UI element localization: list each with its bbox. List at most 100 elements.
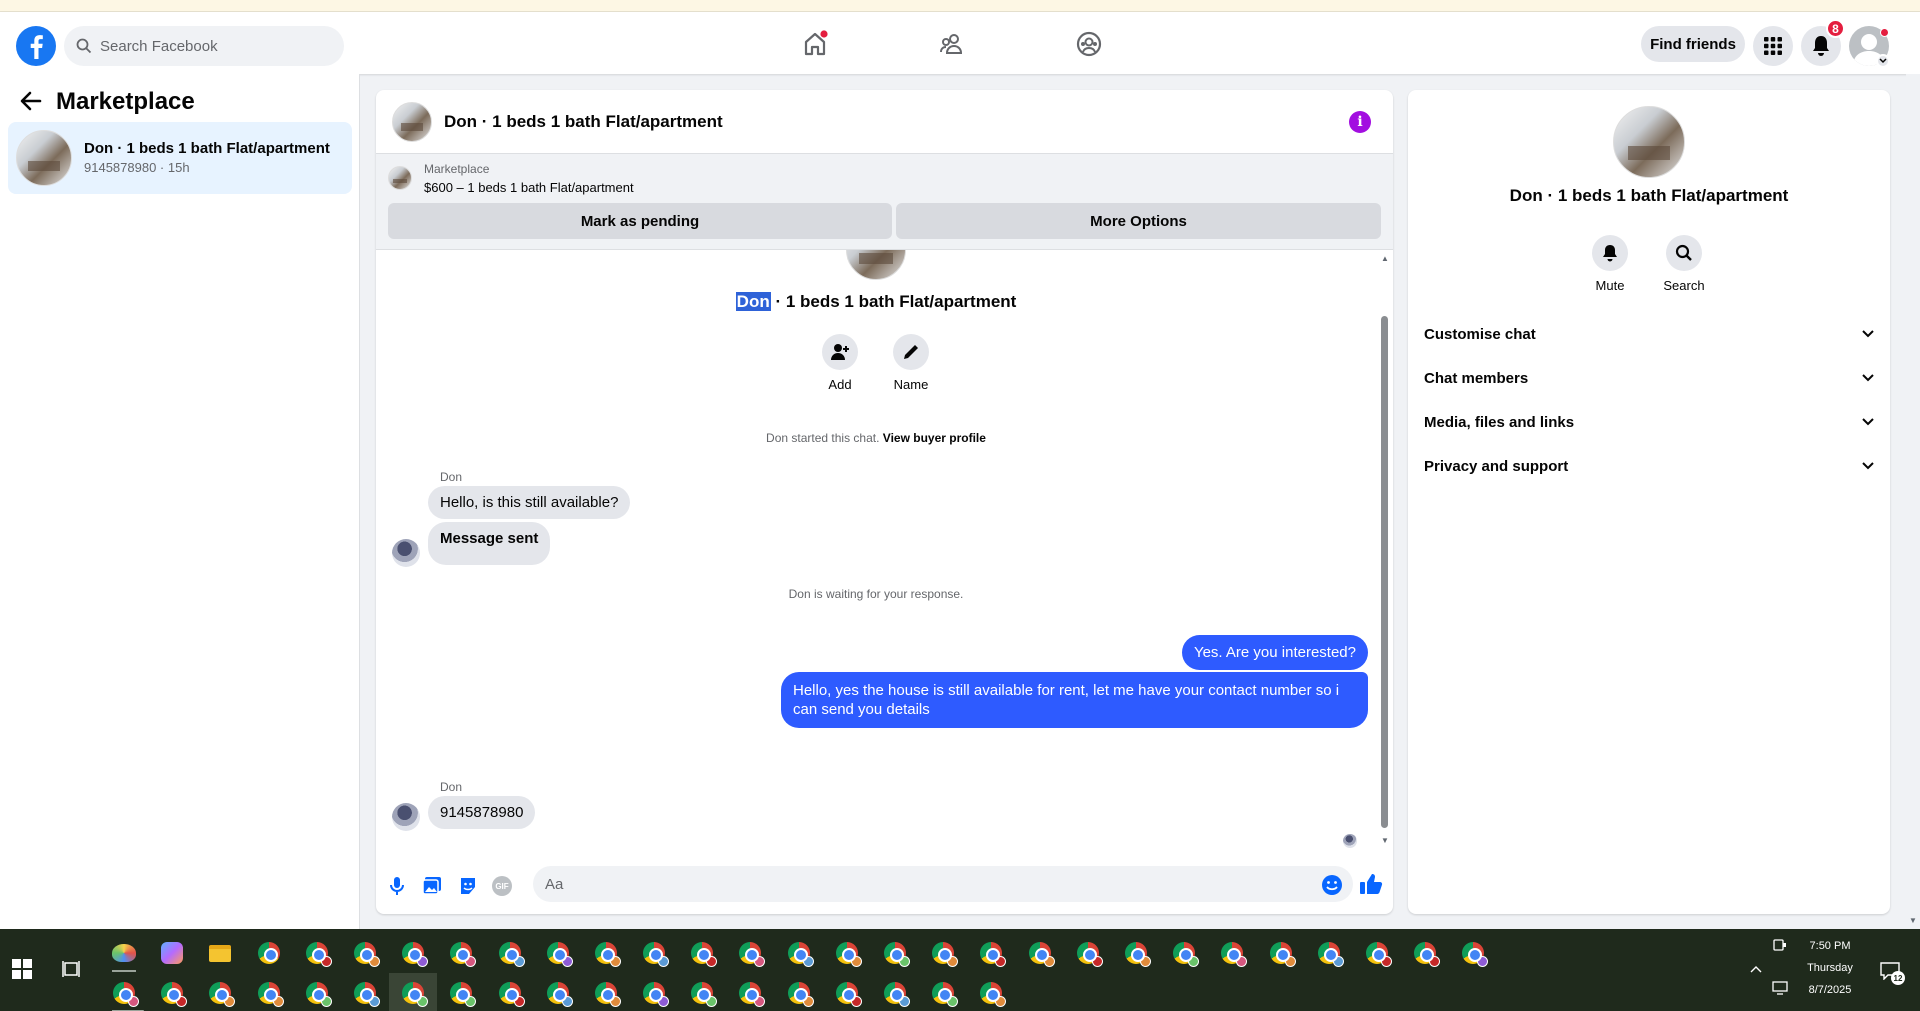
search-input[interactable]: Search Facebook (64, 26, 344, 66)
photo-icon[interactable] (422, 876, 442, 896)
chrome-profile-icon[interactable] (112, 937, 477, 972)
taskbar-clock[interactable]: 7:50 PM Thursday 8/7/2025 (1800, 935, 1860, 1001)
media-files-links-section[interactable]: Media, files and links (1424, 402, 1874, 442)
outgoing-message[interactable]: Yes. Are you interested? (1181, 635, 1368, 670)
scrollbar-thumb[interactable] (1381, 316, 1388, 828)
page-scroll-down-icon[interactable]: ▼ (1909, 916, 1917, 925)
sender-avatar[interactable] (392, 539, 420, 567)
chat-header-thumbnail[interactable] (392, 101, 432, 142)
chat-members-section[interactable]: Chat members (1424, 358, 1874, 398)
incoming-message-sent[interactable]: Message sent (428, 522, 551, 565)
back-arrow-icon[interactable] (20, 91, 42, 111)
chrome-profile-icon[interactable] (112, 937, 815, 972)
chat-header-title[interactable]: Don · 1 beds 1 bath Flat/apartment (444, 112, 723, 132)
chrome-profile-icon[interactable] (112, 937, 381, 972)
thread-scrollbar[interactable]: ▲ ▼ (1379, 254, 1389, 848)
chrome-profile-icon[interactable] (112, 937, 911, 972)
chrome-profile-icon[interactable] (112, 937, 1007, 972)
page-scrollbar[interactable]: ▼ (1906, 74, 1920, 929)
chrome-profile-icon[interactable] (112, 937, 1393, 972)
outgoing-message[interactable]: Hello, yes the house is still available … (781, 672, 1368, 728)
chrome-profile-icon[interactable] (112, 977, 574, 1011)
chrome-profile-icon-active[interactable] (120, 973, 438, 1011)
chrome-profile-icon[interactable] (112, 937, 1297, 972)
chrome-profile-icon[interactable] (112, 937, 574, 972)
chrome-profile-icon[interactable] (112, 977, 1007, 1011)
chrome-profile-icon[interactable] (112, 977, 526, 1011)
home-nav-button[interactable] (785, 22, 845, 66)
listing-title[interactable]: $600 – 1 beds 1 bath Flat/apartment (424, 180, 634, 195)
more-options-button[interactable]: More Options (896, 203, 1381, 239)
microphone-icon[interactable] (390, 876, 404, 896)
chrome-profile-icon[interactable] (112, 977, 477, 1011)
chrome-profile-icon[interactable] (112, 977, 911, 1011)
chrome-profile-icon[interactable] (112, 977, 285, 1011)
chrome-profile-icon[interactable] (112, 977, 766, 1011)
chrome-profile-icon[interactable] (108, 977, 140, 1011)
chrome-profile-icon[interactable] (112, 977, 718, 1011)
chrome-profile-icon[interactable] (112, 937, 863, 972)
mark-as-pending-button[interactable]: Mark as pending (388, 203, 892, 239)
network-icon[interactable] (1772, 981, 1788, 995)
conversation-list-item[interactable]: Don · 1 beds 1 bath Flat/apartment 91458… (8, 122, 352, 194)
scroll-up-arrow-icon[interactable]: ▲ (1381, 254, 1389, 263)
chrome-icon[interactable] (253, 937, 285, 969)
incoming-message[interactable]: 9145878980 (428, 796, 536, 829)
chrome-profile-icon[interactable] (112, 937, 526, 972)
message-input[interactable]: Aa (533, 866, 1353, 902)
chrome-profile-icon[interactable] (112, 937, 1345, 972)
task-view-icon[interactable] (62, 960, 80, 978)
privacy-support-section[interactable]: Privacy and support (1424, 446, 1874, 486)
account-chevron-icon[interactable] (1876, 54, 1890, 68)
add-member-button[interactable]: Add (822, 334, 858, 392)
menu-button[interactable] (1753, 26, 1793, 66)
chrome-profile-icon[interactable] (112, 937, 429, 972)
chrome-profile-icon[interactable] (112, 937, 622, 972)
sender-avatar[interactable] (392, 803, 420, 831)
chrome-profile-icon[interactable] (112, 937, 1104, 972)
chrome-profile-icon[interactable] (112, 977, 863, 1011)
chrome-profile-icon[interactable] (112, 977, 670, 1011)
copilot-app-icon[interactable] (156, 937, 188, 969)
scroll-down-arrow-icon[interactable]: ▼ (1381, 836, 1389, 845)
find-friends-button[interactable]: Find friends (1641, 26, 1745, 62)
chrome-profile-icon[interactable] (112, 937, 766, 972)
chrome-profile-icon[interactable] (112, 977, 188, 1011)
show-hidden-icons-chevron-icon[interactable] (1750, 965, 1762, 973)
gif-icon[interactable]: GIF (492, 876, 512, 896)
chrome-profile-icon[interactable] (112, 937, 1248, 972)
customise-chat-section[interactable]: Customise chat (1424, 314, 1874, 354)
chrome-profile-icon[interactable] (112, 937, 1489, 972)
facebook-logo-icon[interactable] (16, 26, 56, 66)
chrome-profile-icon[interactable] (112, 977, 815, 1011)
chrome-profile-icon[interactable] (112, 977, 622, 1011)
chrome-profile-icon[interactable] (112, 977, 381, 1011)
info-icon[interactable]: i (1349, 111, 1371, 133)
file-explorer-icon[interactable] (204, 937, 236, 969)
chrome-profile-icon[interactable] (112, 937, 718, 972)
thumbs-up-icon[interactable] (1359, 872, 1383, 896)
chrome-profile-icon[interactable] (112, 937, 1152, 972)
chrome-profile-icon[interactable] (112, 977, 333, 1011)
chrome-profile-icon[interactable] (112, 977, 236, 1011)
mute-button[interactable]: Mute (1592, 235, 1628, 293)
info-title: Don · 1 beds 1 bath Flat/apartment (1509, 186, 1789, 205)
chrome-profile-icon[interactable] (112, 937, 1441, 972)
device-tray-icon[interactable] (1772, 937, 1788, 953)
paint-app-icon[interactable] (108, 937, 140, 969)
search-in-chat-button[interactable]: Search (1662, 235, 1706, 293)
chrome-profile-icon[interactable] (112, 937, 1200, 972)
windows-start-icon[interactable] (12, 959, 32, 979)
groups-nav-button[interactable] (1059, 22, 1119, 66)
chrome-profile-icon[interactable] (112, 937, 1056, 972)
chrome-profile-icon[interactable] (112, 937, 959, 972)
sticker-icon[interactable] (458, 876, 478, 896)
view-buyer-profile-link[interactable]: View buyer profile (883, 431, 986, 445)
chrome-profile-icon[interactable] (112, 937, 670, 972)
friends-nav-button[interactable] (922, 22, 982, 66)
chrome-profile-icon[interactable] (112, 937, 333, 972)
incoming-message[interactable]: Hello, is this still available? (428, 486, 631, 519)
emoji-icon[interactable] (1321, 874, 1343, 896)
edit-name-button[interactable]: Name (893, 334, 929, 392)
chrome-profile-icon[interactable] (112, 977, 959, 1011)
